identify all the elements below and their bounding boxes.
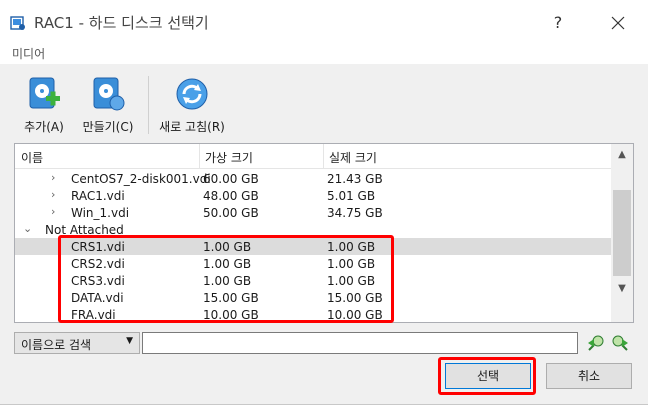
search-next-icon[interactable]: [610, 333, 630, 353]
disk-name: Win_1.vdi: [71, 206, 130, 220]
chevron-right-icon[interactable]: ›: [51, 188, 55, 201]
scrollbar-thumb[interactable]: [613, 190, 631, 276]
menu-media[interactable]: 미디어: [12, 45, 45, 62]
window-title: RAC1 - 하드 디스크 선택기: [34, 14, 209, 32]
table-row[interactable]: › RAC1.vdi 48.00 GB 5.01 GB: [15, 187, 611, 204]
create-button-label: 만들기(C): [82, 120, 134, 134]
column-divider: [199, 144, 200, 168]
refresh-button-label: 새로 고침(R): [159, 120, 225, 134]
refresh-button[interactable]: 새로 고침(R): [154, 76, 230, 138]
scroll-down-icon[interactable]: ▼: [611, 278, 633, 300]
search-previous-icon[interactable]: [586, 333, 606, 353]
scroll-up-icon[interactable]: ▲: [611, 144, 633, 166]
disk-name: RAC1.vdi: [71, 189, 125, 203]
virtualbox-app-icon: [10, 16, 25, 30]
create-disk-icon: [93, 77, 125, 111]
toolbar-separator: [148, 76, 149, 134]
add-button-label: 추가(A): [24, 120, 64, 134]
table-row[interactable]: › CentOS7_2-disk001.vdi 60.00 GB 21.43 G…: [15, 170, 611, 187]
cancel-button[interactable]: 취소: [546, 363, 632, 389]
actual-size: 34.75 GB: [327, 206, 383, 220]
actual-size: 5.01 GB: [327, 189, 376, 203]
search-bar: 이름으로 검색 ▼: [14, 332, 634, 356]
chevron-down-icon[interactable]: ⌄: [23, 222, 32, 235]
column-divider: [323, 144, 324, 168]
add-button[interactable]: 추가(A): [14, 76, 74, 138]
disk-name: CentOS7_2-disk001.vdi: [71, 172, 211, 186]
tree-header: 이름 가상 크기 실제 크기: [15, 144, 611, 169]
column-header-name[interactable]: 이름: [21, 149, 43, 166]
chevron-down-icon: ▼: [126, 336, 133, 346]
title-bar: RAC1 - 하드 디스크 선택기 ?: [0, 0, 648, 44]
search-mode-label: 이름으로 검색: [21, 338, 92, 352]
vertical-scrollbar[interactable]: ▲ ▼: [611, 144, 633, 322]
column-header-virtual-size[interactable]: 가상 크기: [205, 149, 253, 166]
chevron-right-icon[interactable]: ›: [51, 171, 55, 184]
virtual-size: 48.00 GB: [203, 189, 259, 203]
close-icon: [611, 16, 625, 30]
close-button[interactable]: [598, 8, 638, 38]
menu-bar: 미디어: [0, 44, 648, 64]
virtual-size: 60.00 GB: [203, 172, 259, 186]
add-disk-icon: [29, 77, 60, 109]
actual-size: 21.43 GB: [327, 172, 383, 186]
search-mode-select[interactable]: 이름으로 검색 ▼: [14, 332, 140, 354]
table-row[interactable]: › Win_1.vdi 50.00 GB 34.75 GB: [15, 204, 611, 221]
virtual-size: 50.00 GB: [203, 206, 259, 220]
chevron-right-icon[interactable]: ›: [51, 205, 55, 218]
create-button[interactable]: 만들기(C): [76, 76, 140, 138]
help-button[interactable]: ?: [540, 8, 576, 38]
highlight-box-select-button: [438, 357, 536, 395]
column-header-actual-size[interactable]: 실제 크기: [329, 149, 377, 166]
refresh-icon: [176, 78, 208, 110]
toolbar: 추가(A) 만들기(C) 새로 고침(R): [0, 64, 648, 140]
search-input[interactable]: [142, 332, 578, 354]
highlight-box-unattached-disks: [58, 235, 394, 323]
